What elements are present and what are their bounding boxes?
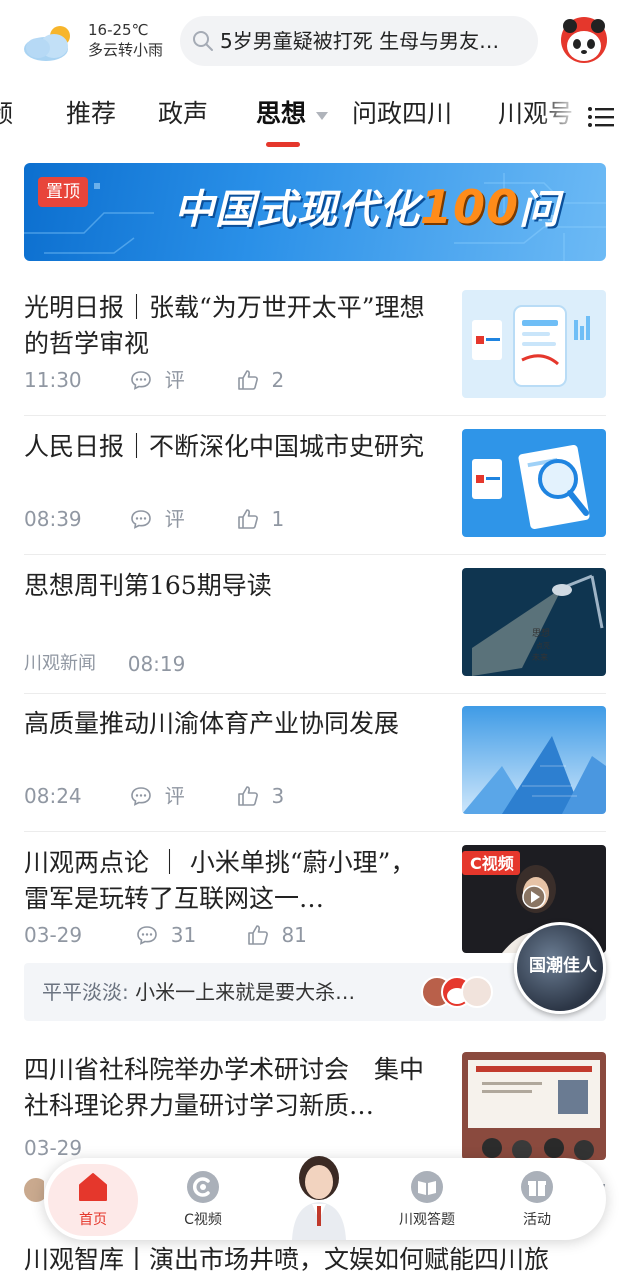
menu-icon[interactable] xyxy=(586,102,616,132)
chevron-down-icon[interactable] xyxy=(316,112,328,120)
news-thumbnail: 思想 点亮 未来 xyxy=(462,568,606,676)
thumb-caption: 思想 xyxy=(532,627,550,639)
news-time: 03-29 xyxy=(24,1135,83,1160)
gift-icon xyxy=(521,1171,553,1203)
search-icon xyxy=(193,31,213,51)
like-count: 3 xyxy=(271,783,285,808)
news-meta: 03-29 xyxy=(24,1132,82,1162)
c-video-icon xyxy=(187,1171,219,1203)
pinned-banner[interactable]: 置顶 中国式现代化100问 xyxy=(24,163,606,261)
comment-icon xyxy=(137,925,158,945)
pinned-badge: 置顶 xyxy=(38,177,88,207)
news-meta: 08:39 评 1 xyxy=(24,503,284,533)
thumb-caption: 未来 xyxy=(532,652,548,662)
news-item[interactable]: 人民日报｜不断深化中国城市史研究 08:39 评 1 xyxy=(24,429,606,555)
news-thumbnail xyxy=(462,290,606,398)
weather-desc: 多云转小雨 xyxy=(88,41,164,59)
floating-promo[interactable]: 国潮佳人 xyxy=(514,922,606,1014)
thumbs-up-icon xyxy=(238,369,258,390)
bottom-navigation: 首页 C视频 川观答题 活动 xyxy=(44,1156,606,1240)
search-bar[interactable]: 5岁男童疑被打死 生母与男友… xyxy=(180,16,538,66)
thumb-caption: 点亮 xyxy=(536,641,550,650)
news-title: 人民日报｜不断深化中国城市史研究 xyxy=(24,432,425,461)
news-meta: 08:24 评 3 xyxy=(24,780,284,810)
search-hot-query: 5岁男童疑被打死 生母与男友… xyxy=(220,29,500,53)
nav-label: 活动 xyxy=(523,1212,551,1228)
news-meta: 川观新闻 08:19 xyxy=(24,650,185,678)
news-meta: 11:30 评 2 xyxy=(24,364,284,394)
news-item[interactable]: 光明日报｜张载“为万世开太平”理想的哲学审视 11:30 评 2 xyxy=(24,290,606,416)
thumbs-up-icon xyxy=(238,508,258,529)
active-tab-indicator xyxy=(266,142,300,147)
news-item[interactable]: 四川省社科院举办学术研讨会 集中社科理论界力量研讨学习新质… 03-29 xyxy=(24,1052,606,1160)
news-title: 四川省社科院举办学术研讨会 集中社科理论界力量研讨学习新质… xyxy=(24,1055,425,1120)
home-icon xyxy=(79,1173,107,1201)
nav-activity[interactable]: 活动 xyxy=(492,1164,582,1236)
thumbs-up-icon xyxy=(248,924,268,945)
book-icon xyxy=(411,1171,443,1203)
news-item[interactable]: 高质量推动川渝体育产业协同发展 08:24 评 3 xyxy=(24,706,606,832)
news-title: 思想周刊第165期导读 xyxy=(24,571,272,600)
thumbs-up-icon xyxy=(238,785,258,806)
nav-label: 首页 xyxy=(79,1212,107,1228)
news-thumbnail xyxy=(462,429,606,537)
news-time: 08:39 xyxy=(24,506,82,531)
app-header: 16-25℃ 多云转小雨 5岁男童疑被打死 生母与男友… xyxy=(0,0,630,82)
news-thumbnail xyxy=(462,1052,606,1160)
news-source: 川观新闻 xyxy=(24,653,96,674)
tab-recommend[interactable]: 推荐 xyxy=(66,96,116,132)
comment-icon xyxy=(131,509,152,529)
news-title: 川观两点论 ｜ 小米单挑“蔚小理”，雷军是玩转了互联网这一… xyxy=(24,848,416,913)
panda-avatar-icon[interactable] xyxy=(560,16,608,64)
nav-c-video[interactable]: C视频 xyxy=(158,1164,248,1236)
news-thumbnail xyxy=(462,706,606,814)
nav-label: 川观答题 xyxy=(399,1212,455,1228)
comment-text: 小米一上来就是要大杀… xyxy=(135,980,356,1004)
weather-widget[interactable]: 16-25℃ 多云转小雨 xyxy=(20,18,180,68)
like-count: 81 xyxy=(281,922,307,947)
banner-title: 中国式现代化100问 xyxy=(174,180,561,234)
ai-assistant-avatar[interactable] xyxy=(284,1150,354,1240)
news-meta: 03-29 31 81 xyxy=(24,919,307,949)
news-time: 11:30 xyxy=(24,367,82,392)
tab-wenzheng-sichuan[interactable]: 问政四川 xyxy=(352,96,452,132)
channel-tabs: 频 推荐 政声 思想 问政四川 川观号 xyxy=(0,84,630,154)
nav-label: C视频 xyxy=(184,1212,222,1228)
news-time: 08:24 xyxy=(24,783,82,808)
promo-text: 国潮佳人 xyxy=(529,956,597,976)
comment-icon xyxy=(131,370,152,390)
weather-temp: 16-25℃ xyxy=(88,21,149,39)
comment-count: 评 xyxy=(164,506,185,531)
comment-count: 31 xyxy=(170,922,197,947)
like-count: 1 xyxy=(271,506,285,531)
comment-author: 平平淡淡: xyxy=(42,980,129,1004)
news-time: 08:19 xyxy=(127,652,186,676)
comment-count: 评 xyxy=(164,367,185,392)
tab-video-partial[interactable]: 频 xyxy=(0,96,13,132)
comment-count: 评 xyxy=(164,783,185,808)
tab-politics[interactable]: 政声 xyxy=(158,96,208,132)
commenter-avatars xyxy=(421,976,493,1008)
news-time: 03-29 xyxy=(24,922,83,947)
nav-home[interactable]: 首页 xyxy=(48,1164,138,1236)
video-badge: C视频 xyxy=(470,854,514,873)
news-item[interactable]: 川观两点论 ｜ 小米单挑“蔚小理”，雷军是玩转了互联网这一… 03-29 31 … xyxy=(24,845,606,955)
like-count: 2 xyxy=(271,367,285,392)
cloud-sun-icon xyxy=(24,26,70,61)
tab-thought[interactable]: 思想 xyxy=(256,96,306,132)
news-title: 光明日报｜张载“为万世开太平”理想的哲学审视 xyxy=(24,293,425,358)
news-title[interactable]: 川观智库丨演出市场井喷，文娱如何赋能四川旅 xyxy=(24,1242,606,1278)
news-title: 高质量推动川渝体育产业协同发展 xyxy=(24,709,400,738)
news-item[interactable]: 思想周刊第165期导读 川观新闻 08:19 思想 点亮 未来 xyxy=(24,568,606,694)
comment-icon xyxy=(131,786,152,806)
nav-quiz[interactable]: 川观答题 xyxy=(382,1164,472,1236)
